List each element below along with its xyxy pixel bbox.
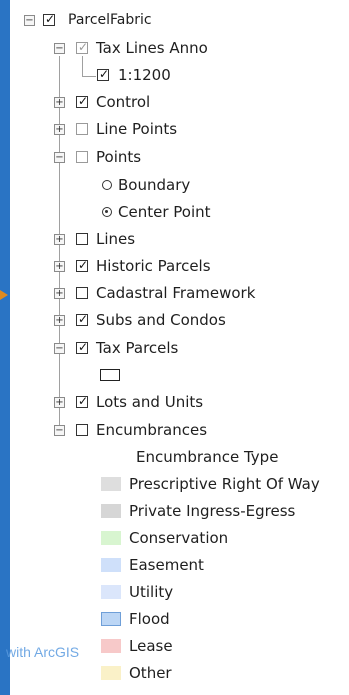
watermark-text: with ArcGIS: [6, 644, 80, 660]
check-icon: ✓: [78, 340, 89, 354]
flood-label: Flood: [129, 610, 170, 628]
tax-lines-anno-label: Tax Lines Anno: [96, 39, 208, 57]
conservation-label: Conservation: [129, 529, 229, 547]
points-checkbox[interactable]: [76, 151, 88, 163]
boundary-symbol-icon: [102, 180, 112, 190]
lease-swatch: [101, 639, 121, 653]
parcelfabric-label: ParcelFabric: [68, 12, 152, 28]
boundary-label: Boundary: [118, 176, 191, 194]
lease-label: Lease: [129, 637, 173, 655]
cadastral-framework-label: Cadastral Framework: [96, 284, 256, 302]
flood-swatch: [101, 612, 121, 626]
easement-swatch: [101, 558, 121, 572]
prescriptive-right-of-way-label: Prescriptive Right Of Way: [129, 475, 320, 493]
points-label: Points: [96, 148, 142, 166]
encumbrances-label: Encumbrances: [96, 421, 208, 439]
subs-and-condos-label: Subs and Condos: [96, 311, 226, 329]
other-swatch: [101, 666, 121, 680]
check-icon: ✓: [78, 258, 89, 272]
cadastral-framework-checkbox[interactable]: [76, 287, 88, 299]
tax-parcels-checkbox[interactable]: ✓: [76, 340, 89, 354]
subs-and-condos-checkbox[interactable]: ✓: [76, 312, 89, 326]
expand-control-expander[interactable]: +: [54, 97, 65, 108]
check-icon: ✓: [78, 94, 89, 108]
lots-and-units-checkbox[interactable]: ✓: [76, 394, 89, 408]
lines-checkbox[interactable]: [76, 233, 88, 245]
encumbrance-type-heading: Encumbrance Type: [136, 448, 279, 466]
tax-lines-anno-checkbox[interactable]: ✓: [76, 40, 89, 54]
collapse-tax-parcels-expander[interactable]: −: [54, 343, 65, 354]
tax-parcels-label: Tax Parcels: [96, 339, 179, 357]
conservation-swatch: [101, 531, 121, 545]
scale-1200-label: 1:1200: [118, 66, 171, 84]
lines-label: Lines: [96, 230, 136, 248]
utility-label: Utility: [129, 583, 174, 601]
collapse-encumbrances-expander[interactable]: −: [54, 425, 65, 436]
lots-and-units-label: Lots and Units: [96, 393, 204, 411]
check-icon: ✓: [45, 12, 56, 26]
expand-lines-expander[interactable]: +: [54, 234, 65, 245]
collapse-tax-lines-anno-expander[interactable]: −: [54, 43, 65, 54]
other-label: Other: [129, 664, 172, 682]
control-label: Control: [96, 93, 151, 111]
tree-connector: [82, 56, 83, 76]
tree-connector: [82, 76, 96, 77]
line-points-checkbox[interactable]: [76, 123, 88, 135]
check-icon: ✓: [78, 312, 89, 326]
expand-cadastral-framework-expander[interactable]: +: [54, 288, 65, 299]
expand-lots-and-units-expander[interactable]: +: [54, 397, 65, 408]
center-point-symbol-icon: [102, 207, 112, 217]
scale-1200-checkbox[interactable]: ✓: [97, 67, 110, 81]
utility-swatch: [101, 585, 121, 599]
control-checkbox[interactable]: ✓: [76, 94, 89, 108]
easement-label: Easement: [129, 556, 204, 574]
check-icon: ✓: [99, 67, 110, 81]
expand-historic-parcels-expander[interactable]: +: [54, 261, 65, 272]
private-ingress-egress-swatch: [101, 504, 121, 518]
center-point-label: Center Point: [118, 203, 211, 221]
check-icon: ✓: [78, 40, 89, 54]
encumbrances-checkbox[interactable]: [76, 424, 88, 436]
check-icon: ✓: [78, 394, 89, 408]
historic-parcels-checkbox[interactable]: ✓: [76, 258, 89, 272]
pointer-arrow-icon: [0, 290, 8, 300]
parcelfabric-checkbox[interactable]: ✓: [43, 12, 56, 26]
center-dot-icon: [105, 210, 108, 213]
collapse-root-expander[interactable]: −: [24, 15, 35, 26]
private-ingress-egress-label: Private Ingress-Egress: [129, 502, 296, 520]
prescriptive-right-of-way-swatch: [101, 477, 121, 491]
line-points-label: Line Points: [96, 120, 178, 138]
historic-parcels-label: Historic Parcels: [96, 257, 211, 275]
expand-subs-and-condos-expander[interactable]: +: [54, 315, 65, 326]
tax-parcels-symbol-icon: [100, 369, 120, 381]
expand-line-points-expander[interactable]: +: [54, 124, 65, 135]
collapse-points-expander[interactable]: −: [54, 152, 65, 163]
table-of-contents-panel: − ✓ ParcelFabric − ✓ Tax Lines Anno ✓ 1:…: [10, 0, 349, 695]
